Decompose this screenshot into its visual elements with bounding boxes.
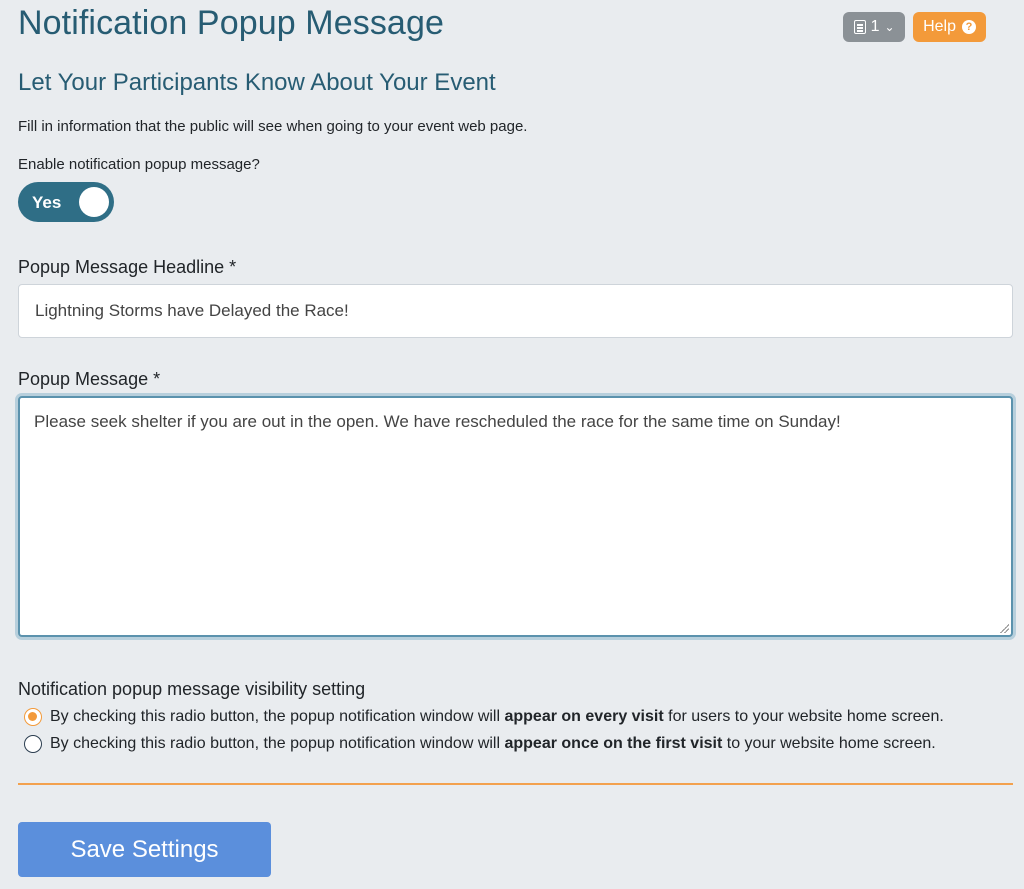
radio-first-visit-label: By checking this radio button, the popup… [50, 735, 936, 752]
headline-label: Popup Message Headline * [18, 257, 237, 277]
radio-first-visit[interactable] [24, 735, 42, 753]
visibility-option-first-visit[interactable]: By checking this radio button, the popup… [24, 735, 936, 753]
toggle-label: Yes [32, 193, 62, 212]
section-title: Let Your Participants Know About Your Ev… [18, 69, 496, 96]
visibility-option-every-visit[interactable]: By checking this radio button, the popup… [24, 708, 944, 726]
top-controls: 1 ⌄ Help ? [843, 12, 986, 42]
help-button[interactable]: Help ? [913, 12, 986, 42]
resize-handle-icon[interactable] [999, 623, 1009, 633]
radio-every-visit-label: By checking this radio button, the popup… [50, 708, 944, 725]
enable-popup-toggle[interactable]: Yes [18, 182, 114, 222]
headline-value: Lightning Storms have Delayed the Race! [35, 301, 349, 320]
page-select-dropdown[interactable]: 1 ⌄ [843, 12, 906, 42]
notification-settings-page: Notification Popup Message 1 ⌄ Help ? Le… [0, 0, 1024, 889]
message-value: Please seek shelter if you are out in th… [34, 412, 841, 431]
save-settings-button[interactable]: Save Settings [18, 822, 271, 877]
chevron-down-icon: ⌄ [884, 20, 895, 34]
page-select-value: 1 [870, 18, 880, 35]
visibility-setting-label: Notification popup message visibility se… [18, 679, 366, 699]
document-list-icon [853, 20, 866, 34]
intro-text: Fill in information that the public will… [18, 118, 528, 135]
save-settings-label: Save Settings [70, 835, 219, 863]
help-label: Help [923, 18, 956, 35]
section-divider [18, 783, 1013, 785]
page-title: Notification Popup Message [18, 4, 444, 42]
headline-input[interactable]: Lightning Storms have Delayed the Race! [18, 284, 1013, 338]
radio-every-visit[interactable] [24, 708, 42, 726]
toggle-knob [79, 187, 109, 217]
message-textarea[interactable]: Please seek shelter if you are out in th… [18, 396, 1013, 637]
message-label: Popup Message * [18, 369, 161, 389]
enable-popup-label: Enable notification popup message? [18, 156, 260, 173]
question-circle-icon: ? [962, 20, 976, 34]
